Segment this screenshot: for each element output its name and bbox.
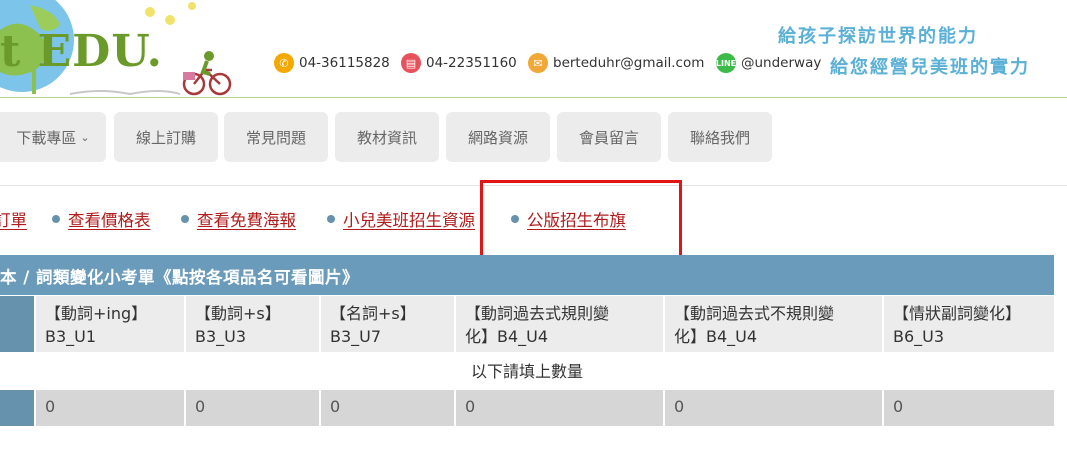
link-price-list[interactable]: 查看價格表	[52, 207, 151, 231]
column-header-line2: B3_U1	[45, 327, 97, 346]
link-enrollment-resources-label[interactable]: 小兒美班招生資源	[343, 207, 475, 231]
phone-contact: ✆ 04-36115828	[274, 52, 390, 74]
nav-faq[interactable]: 常見問題	[224, 112, 328, 162]
column-header-line1: 【動詞+s】	[195, 304, 281, 323]
column-header[interactable]: 【動詞過去式規則變 化】B4_U4	[456, 296, 663, 352]
header-divider	[0, 97, 1067, 98]
link-order-label[interactable]: 訂單	[0, 207, 27, 231]
quantity-input[interactable]: 0	[321, 390, 454, 426]
bullet-icon	[181, 215, 189, 223]
table-row-header	[0, 390, 34, 426]
quantity-input[interactable]: 0	[186, 390, 319, 426]
link-order[interactable]: 訂單	[0, 207, 27, 231]
column-header-line1: 【情狀副詞變化】	[893, 304, 1022, 323]
link-enrollment-resources[interactable]: 小兒美班招生資源	[327, 207, 475, 231]
phone-icon: ✆	[274, 53, 294, 73]
nav-online-order[interactable]: 線上訂購	[114, 112, 218, 162]
column-header[interactable]: 【動詞過去式不規則變 化】B4_U4	[665, 296, 882, 352]
nav-contact[interactable]: 聯絡我們	[668, 112, 772, 162]
mail-icon: ✉	[528, 53, 548, 73]
fax-number: 04-22351160	[426, 55, 517, 71]
column-header-line1: 【名詞+s】	[330, 304, 416, 323]
logo-text: t EDU.	[0, 26, 163, 77]
quantity-input[interactable]: 0	[884, 390, 1054, 426]
column-header[interactable]: 【情狀副詞變化】 B6_U3	[884, 296, 1054, 352]
table-title: 本 / 詞類變化小考單《點按各項品名可看圖片》	[0, 268, 360, 287]
quantity-input[interactable]: 0	[36, 390, 184, 426]
fill-quantity-note: 以下請填上數量	[470, 362, 583, 381]
nav-member-messages[interactable]: 會員留言	[557, 112, 661, 162]
email-address[interactable]: berteduhr@gmail.com	[553, 55, 704, 71]
nav-resources[interactable]: 網路資源	[446, 112, 550, 162]
nav-download[interactable]: 下載專區 ⌄	[0, 112, 106, 162]
link-price-list-label[interactable]: 查看價格表	[68, 207, 151, 231]
slogan-line-1: 給孩子探訪世界的能力	[778, 26, 978, 47]
bullet-icon	[52, 215, 60, 223]
column-header[interactable]: 【名詞+s】 B3_U7	[321, 296, 454, 352]
email-contact[interactable]: ✉ berteduhr@gmail.com	[528, 52, 704, 74]
line-id[interactable]: @underway	[741, 55, 821, 71]
column-header-line2: 化】B4_U4	[674, 327, 758, 346]
phone-number: 04-36115828	[299, 55, 390, 71]
column-header-line1: 【動詞過去式不規則變	[674, 304, 835, 323]
table-row-header	[0, 296, 34, 352]
column-header-line2: B6_U3	[893, 327, 945, 346]
column-header-line2: B3_U7	[330, 327, 382, 346]
column-header[interactable]: 【動詞+ing】 B3_U1	[36, 296, 184, 352]
line-icon: LINE	[716, 53, 736, 73]
line-contact[interactable]: LINE @underway	[716, 52, 821, 74]
quantity-input[interactable]: 0	[456, 390, 663, 426]
red-highlight-box	[480, 180, 682, 266]
quantity-input[interactable]: 0	[665, 390, 882, 426]
nav-download-label: 下載專區	[16, 128, 77, 147]
chevron-down-icon: ⌄	[80, 130, 90, 144]
slogan-line-2: 給您經營兒美班的實力	[830, 57, 1030, 78]
column-header-line2: B3_U3	[195, 327, 247, 346]
bullet-icon	[327, 215, 335, 223]
column-header[interactable]: 【動詞+s】 B3_U3	[186, 296, 319, 352]
link-free-posters[interactable]: 查看免費海報	[181, 207, 296, 231]
fax-contact: ▤ 04-22351160	[401, 52, 517, 74]
nav-materials[interactable]: 教材資訊	[335, 112, 439, 162]
site-logo[interactable]: t EDU.	[0, 0, 250, 100]
column-header-line2: 化】B4_U4	[465, 327, 549, 346]
fax-icon: ▤	[401, 53, 421, 73]
column-header-line1: 【動詞+ing】	[45, 304, 148, 323]
link-free-posters-label[interactable]: 查看免費海報	[197, 207, 296, 231]
column-header-line1: 【動詞過去式規則變	[465, 304, 610, 323]
